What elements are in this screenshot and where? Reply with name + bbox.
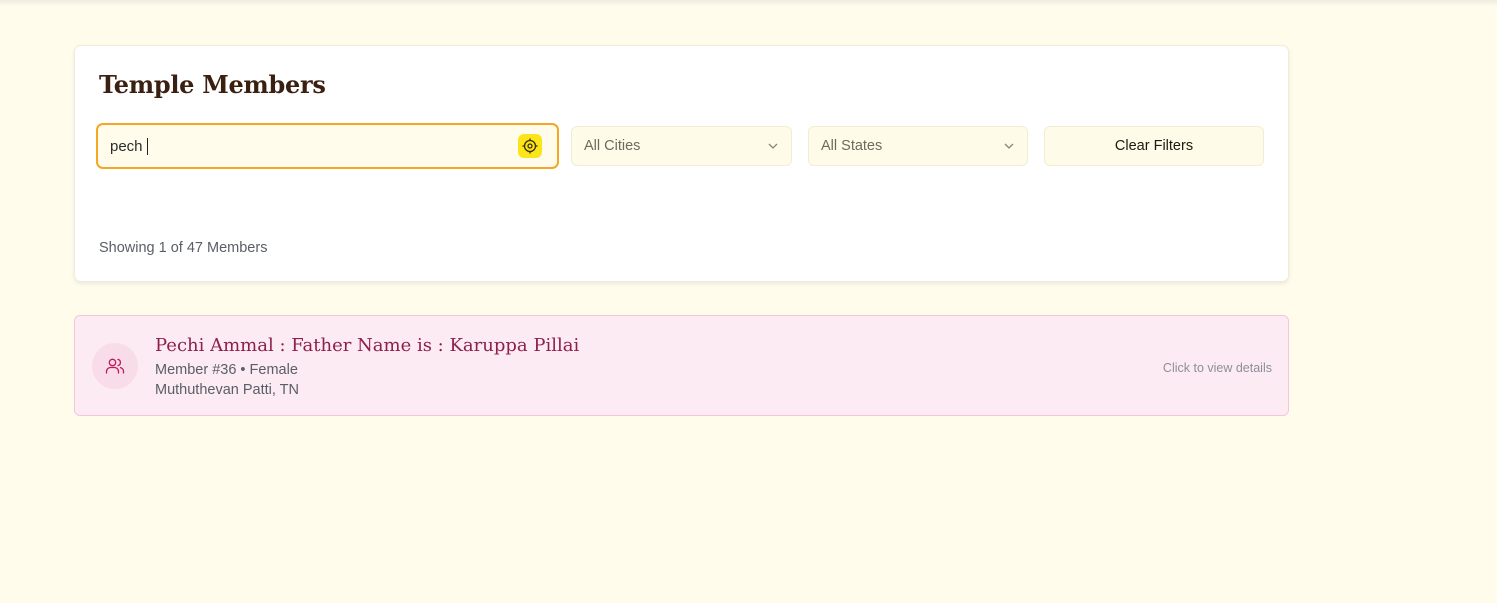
state-select[interactable]: All States	[808, 126, 1028, 166]
locate-button[interactable]	[518, 134, 542, 158]
results-count: Showing 1 of 47 Members	[99, 240, 268, 256]
target-icon	[522, 138, 538, 154]
filters-panel: Temple Members All Cities All States Cle…	[74, 45, 1289, 282]
state-select-value: All States	[821, 138, 883, 154]
view-details-hint: Click to view details	[1162, 361, 1272, 375]
search-input[interactable]	[110, 125, 510, 167]
member-card[interactable]: Pechi Ammal : Father Name is : Karuppa P…	[74, 315, 1289, 416]
member-id-gender: Member #36 • Female	[155, 362, 298, 378]
page-title: Temple Members	[99, 70, 326, 99]
users-icon	[105, 358, 125, 374]
text-caret	[147, 138, 148, 155]
chevron-down-icon	[768, 143, 778, 149]
top-shadow-bar	[0, 0, 1497, 6]
avatar	[92, 343, 138, 389]
city-select-value: All Cities	[584, 138, 641, 154]
clear-filters-button[interactable]: Clear Filters	[1044, 126, 1264, 166]
chevron-down-icon	[1004, 143, 1014, 149]
city-select[interactable]: All Cities	[571, 126, 792, 166]
member-name: Pechi Ammal : Father Name is : Karuppa P…	[155, 335, 580, 356]
search-box[interactable]	[96, 123, 559, 169]
member-location: Muthuthevan Patti, TN	[155, 382, 300, 398]
